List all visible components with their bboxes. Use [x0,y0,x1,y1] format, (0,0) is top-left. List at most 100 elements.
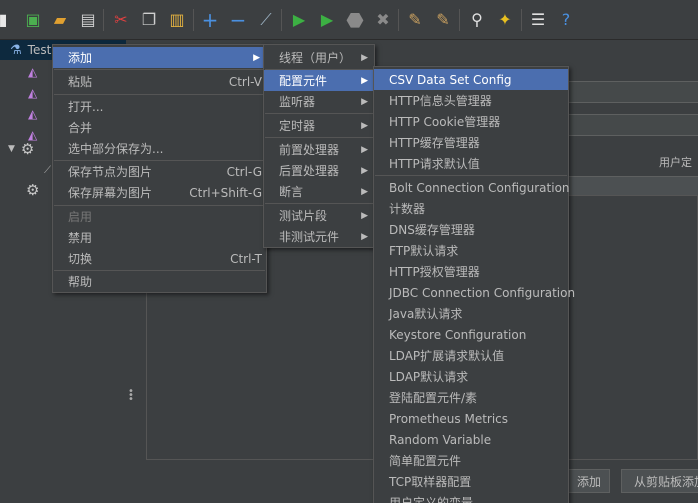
menu-item-label: FTP默认请求 [389,244,459,258]
menu-item-http-auth-manager[interactable]: HTTP授权管理器 [374,261,568,282]
search-icon[interactable]: ⚲ [466,9,488,31]
gear-icon: ⚙ [20,140,35,158]
menu-item-save-screen-image[interactable]: 保存屏幕为图片 Ctrl+Shift-G [53,182,266,203]
menu-item-label: DNS缓存管理器 [389,223,475,237]
tree-item-thread-group[interactable]: ⚙ [26,180,39,200]
menu-item-test-fragment[interactable]: 测试片段 ▶ [264,205,374,226]
menu-item-bolt-connection[interactable]: Bolt Connection Configuration [374,177,570,198]
menu-item-disable[interactable]: 禁用 [53,227,266,248]
expand-icon[interactable]: + [199,9,221,31]
tree-item-thread-group[interactable]: ▼ ⚙ [8,139,34,159]
menu-item-open[interactable]: 打开... [53,96,266,117]
tree-item[interactable]: ◭ [28,62,37,82]
new-icon[interactable]: ▮ [0,9,14,31]
menu-item-ldap-request-defaults[interactable]: LDAP默认请求 [374,366,568,387]
menu-item-label: JDBC Connection Configuration [389,285,576,300]
open-icon[interactable]: ▰ [49,9,71,31]
paste-icon[interactable]: ▥ [166,9,188,31]
chart-icon: ◭ [28,86,38,100]
menu-item-label: Bolt Connection Configuration [389,180,570,195]
splitter-handle[interactable]: • • • [128,387,134,405]
gear-icon: ⚙ [26,181,40,199]
menu-item-toggle[interactable]: 切换 Ctrl-T [53,248,266,269]
collapse-icon[interactable]: − [227,9,249,31]
menu-item-keystore-configuration[interactable]: Keystore Configuration [374,324,568,345]
menu-item-label: 登陆配置元件/素 [389,391,478,405]
menu-item-listener[interactable]: 监听器 ▶ [264,91,374,112]
menu-item-http-cookie-manager[interactable]: HTTP Cookie管理器 [374,111,568,132]
menu-item-save-node-image[interactable]: 保存节点为图片 Ctrl-G [53,161,266,182]
menu-item-assertion[interactable]: 断言 ▶ [264,181,374,202]
copy-icon[interactable]: ❐ [138,9,160,31]
submenu-arrow-icon: ▶ [253,52,260,63]
start-icon[interactable]: ▶ [288,9,310,31]
menu-item-save-selection[interactable]: 选中部分保存为... [53,138,266,159]
context-menu: 添加 ▶ 粘贴 Ctrl-V 打开... 合并 选中部分保存为... 保存节点为… [52,44,267,293]
menu-item-tcp-sampler-config[interactable]: TCP取样器配置 [374,471,568,492]
menu-item-csv-data-set-config[interactable]: CSV Data Set Config [374,69,568,90]
chevron-down-icon: ▼ [8,144,15,154]
tree-item[interactable]: ⟋ [44,160,51,180]
menu-item-dns-cache-manager[interactable]: DNS缓存管理器 [374,219,568,240]
flask-icon: ⚗ [10,42,22,58]
chart-icon: ◭ [28,65,38,79]
menu-item-prometheus-metrics[interactable]: Prometheus Metrics [374,408,568,429]
menu-item-login-config[interactable]: 登陆配置元件/素 [374,387,568,408]
clear-all-icon[interactable]: ✎ [432,9,454,31]
menu-item-add[interactable]: 添加 ▶ [53,47,266,68]
menu-item-label: TCP取样器配置 [389,475,472,489]
tree-item[interactable]: ◭ [28,104,37,124]
menu-item-label: 监听器 [279,95,316,109]
menu-separator [54,94,265,95]
menu-item-java-request-defaults[interactable]: Java默认请求 [374,303,568,324]
add-from-clipboard-button[interactable]: 从剪贴板添加 [621,469,698,493]
menu-item-label: 计数器 [389,202,426,216]
comment-input[interactable] [560,114,698,136]
templates-icon[interactable]: ▣ [22,9,44,31]
menu-item-label: 切换 [68,252,93,266]
menu-item-help[interactable]: 帮助 [53,271,266,292]
table-header [560,176,698,196]
menu-item-http-header-manager[interactable]: HTTP信息头管理器 [374,90,568,111]
menu-item-timer[interactable]: 定时器 ▶ [264,115,374,136]
menu-item-enable: 启用 [53,206,266,227]
menu-item-merge[interactable]: 合并 [53,117,266,138]
toggle-icon[interactable]: ⟋ [255,9,277,31]
menu-item-label: Random Variable [389,432,492,447]
menu-item-http-cache-manager[interactable]: HTTP缓存管理器 [374,132,568,153]
menu-item-config-element[interactable]: 配置元件 ▶ [264,70,374,91]
tree-item[interactable]: ◭ [28,83,37,103]
submenu-arrow-icon: ▶ [361,165,368,176]
menu-item-pre-processor[interactable]: 前置处理器 ▶ [264,139,374,160]
stop-icon[interactable]: ⬣ [344,9,366,31]
menu-item-label: 定时器 [279,119,316,133]
menu-item-paste[interactable]: 粘贴 Ctrl-V [53,71,266,92]
name-input[interactable] [560,81,698,103]
menu-item-post-processor[interactable]: 后置处理器 ▶ [264,160,374,181]
menu-item-random-variable[interactable]: Random Variable [374,429,568,450]
menu-item-counter[interactable]: 计数器 [374,198,568,219]
menu-item-simple-config[interactable]: 简单配置元件 [374,450,568,471]
clear-icon[interactable]: ✎ [404,9,426,31]
submenu-arrow-icon: ▶ [361,210,368,221]
help-icon[interactable]: ? [555,9,577,31]
submenu-arrow-icon: ▶ [361,52,368,63]
menu-item-threads[interactable]: 线程（用户） ▶ [264,47,374,68]
menu-item-jdbc-connection[interactable]: JDBC Connection Configuration [374,282,575,303]
save-icon[interactable]: ▤ [77,9,99,31]
shortcut-label: Ctrl-G [226,164,262,179]
reset-search-icon[interactable]: ✦ [494,9,516,31]
menu-item-non-test-elements[interactable]: 非测试元件 ▶ [264,226,374,247]
cut-icon[interactable]: ✂ [110,9,132,31]
add-button[interactable]: 添加 [568,469,610,493]
start-no-pauses-icon[interactable]: ▶ [316,9,338,31]
function-helper-icon[interactable]: ☰ [527,9,549,31]
shutdown-icon[interactable]: ✖ [372,9,394,31]
submenu-arrow-icon: ▶ [361,231,368,242]
menu-item-user-defined-variables[interactable]: 用户定义的变量 [374,492,568,503]
menu-item-ldap-extended-defaults[interactable]: LDAP扩展请求默认值 [374,345,568,366]
config-element-submenu: CSV Data Set Config HTTP信息头管理器 HTTP Cook… [373,66,575,503]
menu-item-ftp-request-defaults[interactable]: FTP默认请求 [374,240,568,261]
menu-item-http-request-defaults[interactable]: HTTP请求默认值 [374,153,568,174]
submenu-arrow-icon: ▶ [361,120,368,131]
